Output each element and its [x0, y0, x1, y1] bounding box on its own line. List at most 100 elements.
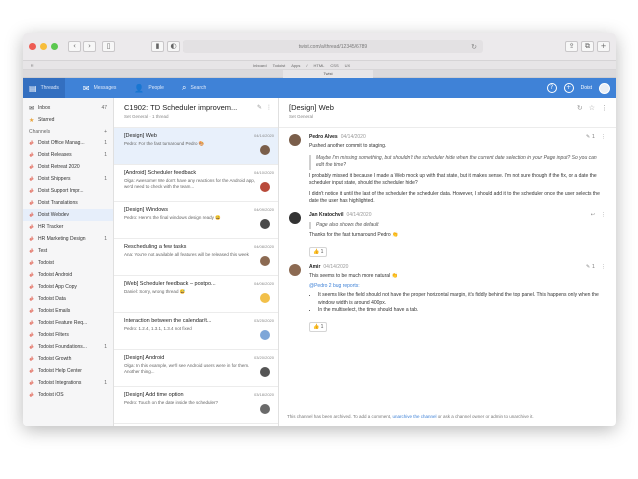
sidebar-item-channel[interactable]: # Doist Releases 1: [23, 149, 113, 161]
sidebar-item-channel[interactable]: # Todoist Emails: [23, 305, 113, 317]
thread-item[interactable]: [Design] Android Olga: In this example, w…: [114, 350, 278, 387]
new-tab-icon[interactable]: +: [597, 41, 610, 52]
thread-header: [Design] Web Set General ↻ ☆ ⋮: [279, 98, 616, 128]
sidebar-item-label: Doist Translations: [38, 200, 78, 206]
thread-item[interactable]: [Design] Web Pedro: For the fast turnarou…: [114, 128, 278, 165]
channel-icon: #: [29, 295, 35, 303]
message: ✎ 1 ⋮ Amir 04/14/2020 This seems to be muc…: [279, 258, 616, 333]
reaction-badge[interactable]: 👍 1: [309, 246, 328, 257]
sidebar-item-channel[interactable]: # Doist Webdev: [23, 209, 113, 221]
add-channel-icon[interactable]: +: [104, 129, 107, 135]
bookmark-item[interactable]: Inboard: [253, 63, 267, 68]
inbox-icon: ✉: [29, 104, 35, 112]
sidebar-item-channel[interactable]: # Todoist Integrations 1: [23, 377, 113, 389]
sidebar-item-label: Todoist iOS: [38, 392, 64, 398]
channel-title: C1902: TD Scheduler improvem...: [124, 103, 238, 112]
bookmark-item[interactable]: CSS: [330, 63, 338, 68]
thread-item[interactable]: [Android] Scheduler feedback Olga: Awesom…: [114, 165, 278, 202]
thread-item[interactable]: Rescheduling a few tasks Ana: You're not …: [114, 239, 278, 276]
thread-item[interactable]: Interaction between the calendar/t... Ped…: [114, 313, 278, 350]
sidebar-item-channel[interactable]: # Doist Translations: [23, 197, 113, 209]
user-avatar[interactable]: [599, 82, 610, 94]
nav-threads[interactable]: ▤ Threads: [23, 78, 65, 98]
nav-messages[interactable]: ✉ Messages: [83, 84, 117, 93]
workspace-name[interactable]: Doist: [581, 85, 592, 91]
share-icon[interactable]: ⇪: [565, 41, 578, 52]
sidebar-item-label: Todoist Filters: [38, 332, 69, 338]
close-window-button[interactable]: [29, 43, 36, 50]
sidebar-item-channel[interactable]: # Doist Retreat 2020: [23, 161, 113, 173]
reply-icon[interactable]: ↩: [591, 212, 595, 218]
channel-icon: #: [29, 379, 35, 387]
sidebar-item-channel[interactable]: # Todoist Android: [23, 269, 113, 281]
more-icon[interactable]: ⋮: [601, 264, 606, 270]
bookmarks-grid-icon[interactable]: ⁞⁞: [31, 63, 34, 68]
sidebar-item-channel[interactable]: # Todoist Feature Req...: [23, 317, 113, 329]
bookmark-icon[interactable]: ▮: [151, 41, 164, 52]
reaction-badge[interactable]: 👍 1: [309, 321, 328, 332]
thread-item[interactable]: [Web] Scheduler feedback – postpo... Dani…: [114, 276, 278, 313]
star-icon[interactable]: ☆: [589, 104, 595, 112]
url-bar[interactable]: twist.com/a/thread/12345/6789 ↻: [183, 40, 483, 53]
thread-item[interactable]: [Design] Windows Pedro: Here's the final …: [114, 202, 278, 239]
add-icon[interactable]: +: [563, 83, 574, 93]
forward-icon[interactable]: ›: [83, 41, 96, 52]
sidebar-item-channel[interactable]: # Todoist iOS: [23, 389, 113, 401]
thread-item[interactable]: [Design] Add time option Pedro: Touch on …: [114, 387, 278, 424]
maximize-window-button[interactable]: [51, 43, 58, 50]
sidebar-item-channel[interactable]: # Todoist Help Center: [23, 365, 113, 377]
sidebar-item-inbox[interactable]: ✉ Inbox 47: [23, 102, 113, 114]
sidebar-item-channel[interactable]: # Doist Support Impr...: [23, 185, 113, 197]
extension-icon[interactable]: ◐: [167, 41, 180, 52]
more-icon[interactable]: ⋮: [601, 212, 606, 218]
sidebar-item-channel[interactable]: # Test: [23, 245, 113, 257]
mention-link[interactable]: @Pedro 2 bug reports:: [309, 283, 606, 289]
star-icon: ★: [29, 116, 35, 124]
sidebar-item-channel[interactable]: # Todoist Foundations... 1: [23, 341, 113, 353]
thread-list: C1902: TD Scheduler improvem... Set Gene…: [114, 98, 279, 426]
sidebar-item-channel[interactable]: # Todoist App Copy: [23, 281, 113, 293]
more-icon[interactable]: ⋮: [601, 104, 608, 112]
unread-count: 1: [104, 152, 107, 158]
nav-search-label: Search: [190, 85, 207, 91]
channel-icon: #: [29, 331, 35, 339]
like-icon[interactable]: ✎ 1: [586, 264, 595, 270]
bullet-list: It seems like the field should not have …: [309, 292, 606, 315]
more-icon[interactable]: ⋮: [266, 104, 272, 111]
avatar: [260, 256, 270, 266]
sidebar-item-channel[interactable]: # Todoist Growth: [23, 353, 113, 365]
thread-item[interactable]: Whine options03/02/2020: [114, 424, 278, 426]
back-icon[interactable]: ‹: [68, 41, 81, 52]
bookmark-item[interactable]: HTML: [314, 63, 325, 68]
bookmark-item[interactable]: /: [306, 63, 307, 68]
browser-tab[interactable]: Twist: [283, 70, 373, 78]
sidebar-item-channel[interactable]: # Doist Office Manag... 1: [23, 137, 113, 149]
compose-icon[interactable]: ✎: [257, 104, 262, 111]
more-icon[interactable]: ⋮: [601, 134, 606, 140]
nav-people[interactable]: 👤 People: [134, 84, 164, 93]
sidebar-item-starred[interactable]: ★ Starred: [23, 114, 113, 126]
like-icon[interactable]: ✎ 1: [586, 134, 595, 140]
sidebar-item-channel[interactable]: # HR Marketing Design 1: [23, 233, 113, 245]
refresh-icon[interactable]: ↻: [577, 104, 583, 112]
bookmark-item[interactable]: UX: [345, 63, 351, 68]
unarchive-link[interactable]: unarchive the channel: [392, 414, 436, 419]
sidebar-item-label: Doist Office Manag...: [38, 140, 85, 146]
bookmark-item[interactable]: Todoist: [273, 63, 286, 68]
sidebar-item-channel[interactable]: # Todoist Data: [23, 293, 113, 305]
channel-icon: #: [29, 319, 35, 327]
nav-search[interactable]: ⌕ Search: [182, 83, 206, 93]
tabs-icon[interactable]: ⧉: [581, 41, 594, 52]
reload-icon[interactable]: ↻: [471, 43, 477, 51]
threads-icon: ▤: [29, 83, 37, 93]
minimize-window-button[interactable]: [40, 43, 47, 50]
sidebar-item-channel[interactable]: # Doist Shippers 1: [23, 173, 113, 185]
sidebar-item-label: Todoist App Copy: [38, 284, 77, 290]
sidebar-toggle-icon[interactable]: ▯: [102, 41, 115, 52]
bookmark-item[interactable]: Apps: [291, 63, 300, 68]
sidebar-item-channel[interactable]: # HR Tracker: [23, 221, 113, 233]
help-icon[interactable]: ?: [546, 83, 557, 93]
sidebar-item-channel[interactable]: # Todoist Filters: [23, 329, 113, 341]
sidebar-item-channel[interactable]: # Todoist: [23, 257, 113, 269]
thread-title: [Design] Web: [124, 133, 157, 139]
